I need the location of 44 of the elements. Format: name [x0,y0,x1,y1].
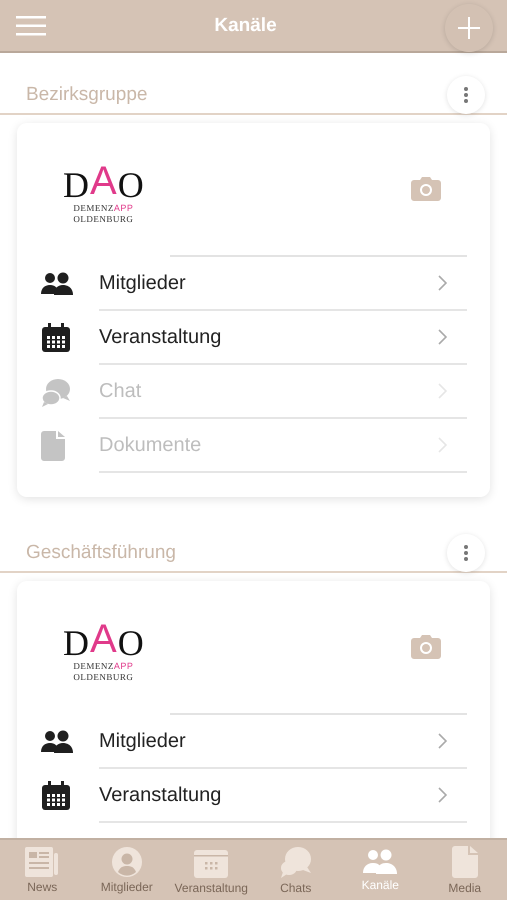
tab[interactable]: Mitglieder [84,840,169,900]
menu-item[interactable]: Veranstaltung [99,311,467,365]
menu-item[interactable]: Veranstaltung [99,769,467,823]
people-icon [41,730,73,754]
more-vertical-icon [464,87,468,103]
people-icon [41,272,73,296]
tab[interactable]: News [0,840,84,900]
document-icon [41,431,65,461]
tab[interactable]: Veranstaltung [169,840,254,900]
user-circle-icon [112,846,142,876]
add-button[interactable] [445,4,493,52]
channel-title: Bezirksgruppe [26,84,148,106]
logo: DAO DEMENZAPP OLDENBURG [63,163,144,225]
logo: DAO DEMENZAPP OLDENBURG [63,621,144,683]
camera-icon [411,635,441,659]
plus-icon [458,16,480,38]
calendar-icon [41,323,71,353]
chevron-right-icon [438,437,447,453]
menu-icon [16,16,46,36]
chevron-right-icon [438,275,447,291]
tab[interactable]: Kanäle [338,840,422,900]
camera-icon [411,177,441,201]
chat-bubbles-icon [41,377,71,407]
more-vertical-icon [464,545,468,561]
calendar-icon [41,781,71,811]
menu-item[interactable]: Mitglieder [99,257,467,311]
tab[interactable]: Chats [254,840,338,900]
channel-title: Geschäftsführung [26,542,176,564]
chevron-right-icon [438,329,447,345]
document-icon [452,846,478,878]
page-title: Kanäle [214,14,277,36]
camera-button[interactable] [411,177,441,201]
menu-button[interactable] [16,16,46,36]
chevron-right-icon [438,733,447,749]
more-button[interactable] [447,76,485,114]
tab[interactable]: Media [422,840,507,900]
chat-bubbles-icon [280,846,312,878]
people-icon [363,848,398,874]
chevron-right-icon [438,787,447,803]
chevron-right-icon [438,383,447,399]
newspaper-icon [25,846,60,876]
camera-button[interactable] [411,635,441,659]
menu-item[interactable]: Mitglieder [99,715,467,769]
more-button[interactable] [447,534,485,572]
